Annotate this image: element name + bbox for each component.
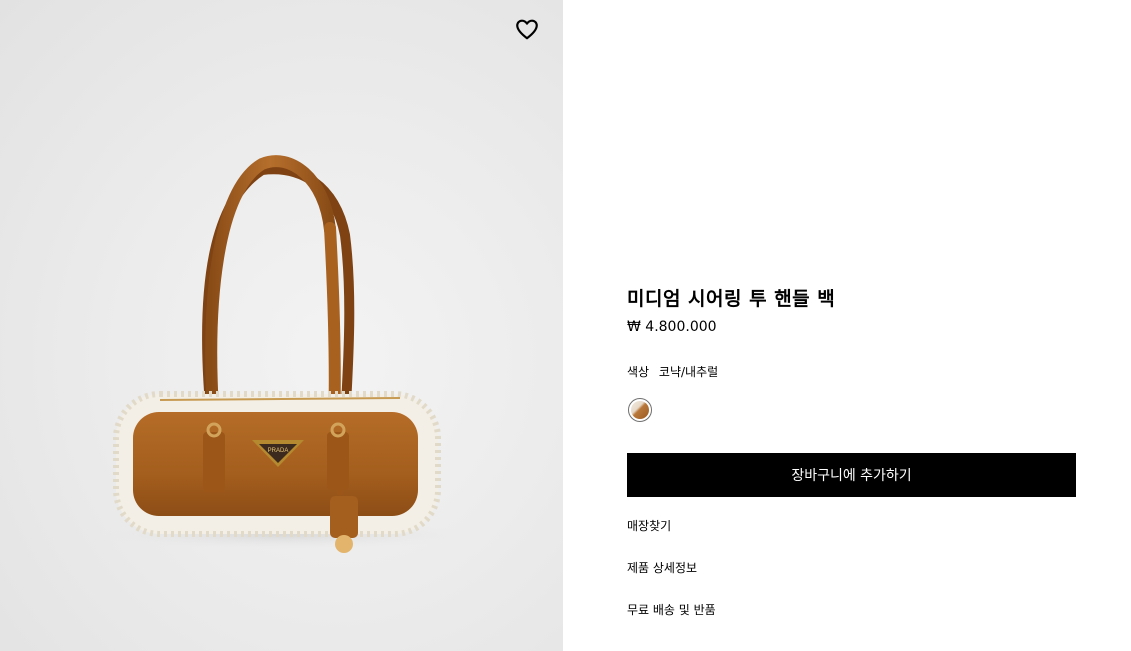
- wishlist-button[interactable]: [514, 16, 540, 42]
- add-to-cart-button[interactable]: 장바구니에 추가하기: [627, 453, 1076, 497]
- logo-text: PRADA: [268, 448, 289, 454]
- product-image: PRADA: [92, 155, 472, 553]
- product-details-link[interactable]: 제품 상세정보: [627, 559, 697, 576]
- product-title: 미디엄 시어링 투 핸들 백: [627, 288, 836, 310]
- color-info: 색상 코냑/내추럴: [627, 363, 724, 380]
- product-page: PRADA 미디엄 시어링 투 핸들 백 ₩ 4.800.000 색상 코냑/내…: [0, 0, 1131, 651]
- product-price: ₩ 4.800.000: [627, 319, 717, 335]
- color-swatch[interactable]: [628, 398, 652, 422]
- find-store-link[interactable]: 매장찾기: [627, 517, 671, 534]
- color-swatch-fill: [631, 401, 649, 419]
- product-info-panel: 미디엄 시어링 투 핸들 백 ₩ 4.800.000 색상 코냑/내추럴 장바구…: [563, 0, 1131, 651]
- color-label: 색상: [627, 365, 650, 379]
- shipping-returns-link[interactable]: 무료 배송 및 반품: [627, 601, 716, 618]
- color-value: 코냑/내추럴: [658, 365, 719, 379]
- product-image-panel: PRADA: [0, 0, 563, 651]
- heart-icon: [516, 19, 538, 40]
